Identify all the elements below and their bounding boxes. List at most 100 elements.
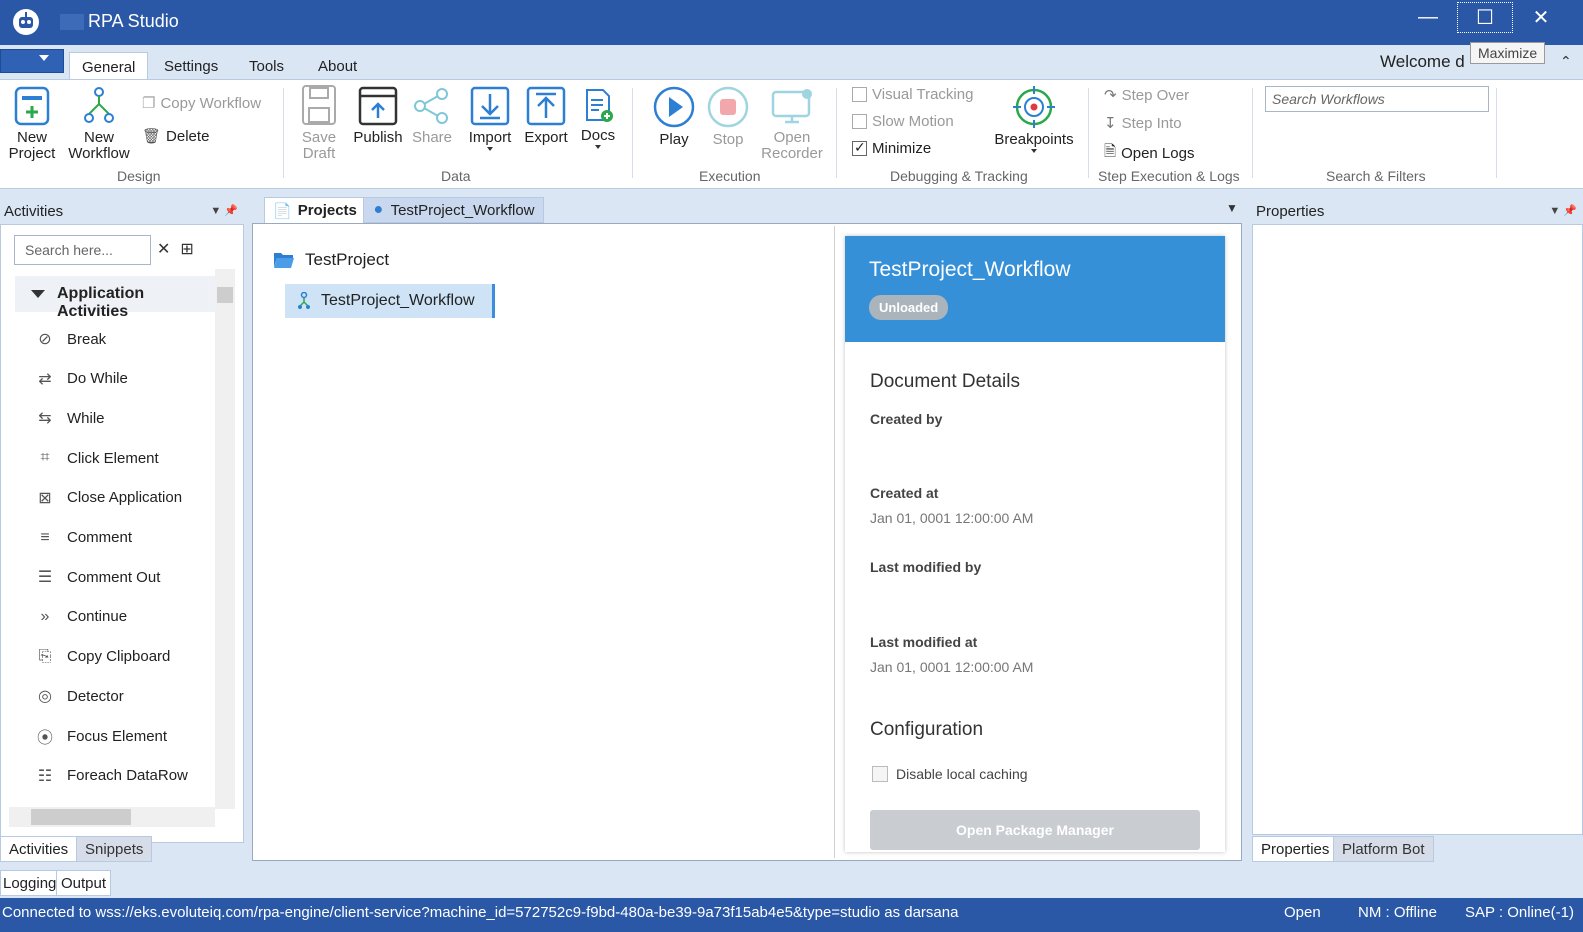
open-recorder-button[interactable]: Open Recorder <box>760 88 824 162</box>
close-document-icon: ⊠ <box>38 489 52 507</box>
import-button[interactable]: Import <box>464 86 516 151</box>
activity-item[interactable]: ⎘ Copy Clipboard <box>35 645 171 669</box>
ribbon-collapse-icon[interactable]: ⌃ <box>1560 53 1572 70</box>
activity-item-label: Break <box>67 330 107 348</box>
activity-item[interactable]: ⇆ While <box>35 406 105 430</box>
tab-platform-bot[interactable]: Platform Bot <box>1333 836 1434 862</box>
new-project-button[interactable]: New Project <box>8 86 56 162</box>
activity-item[interactable]: ⦿ Focus Element <box>35 724 167 748</box>
folder-open-icon <box>274 253 294 268</box>
scrollbar-thumb[interactable] <box>31 809 131 825</box>
checkbox-checked-icon <box>852 139 867 156</box>
modified-at-value: Jan 01, 0001 12:00:00 AM <box>870 659 1034 675</box>
activity-item[interactable]: » Continue <box>35 605 128 629</box>
activity-item[interactable]: ◎ Detector <box>35 684 124 708</box>
activity-item[interactable]: ⇄ Do While <box>35 367 128 391</box>
tab-properties[interactable]: Properties <box>1252 836 1339 862</box>
new-workflow-label-1: New <box>83 129 114 146</box>
activity-item[interactable]: ☷ Foreach DataRow <box>35 764 188 788</box>
docs-label: Docs <box>580 127 616 144</box>
disable-caching-checkbox[interactable]: Disable local caching <box>872 766 1028 782</box>
share-button[interactable]: Share <box>410 86 454 146</box>
tree-item-workflow[interactable]: TestProject_Workflow <box>285 284 495 318</box>
copy-workflow-button[interactable]: ❐ Copy Workflow <box>142 94 261 113</box>
tab-testproject-workflow[interactable]: ⚫ TestProject_Workflow <box>363 197 544 223</box>
tab-logging[interactable]: Logging <box>0 870 60 896</box>
new-project-label-1: New <box>16 129 47 146</box>
maximize-button[interactable]: ☐ <box>1457 2 1513 33</box>
new-workflow-button[interactable]: New Workflow <box>66 86 132 162</box>
configuration-heading: Configuration <box>870 719 984 740</box>
delete-button[interactable]: 🗑 Delete <box>142 127 209 146</box>
recorder-icon <box>771 89 812 124</box>
save-draft-button[interactable]: Save Draft <box>298 84 340 162</box>
ribbon-separator <box>836 88 837 178</box>
activity-item-label: Continue <box>67 608 128 626</box>
nm-status: NM : Offline <box>1358 904 1437 921</box>
tab-activities[interactable]: Activities <box>0 836 78 862</box>
play-icon <box>653 86 695 128</box>
activity-item[interactable]: ⊘ Break <box>35 327 106 351</box>
export-button[interactable]: Export <box>520 86 572 146</box>
workflow-icon <box>298 292 310 309</box>
projects-view: TestProject TestProject_Workflow TestPro… <box>252 223 1242 861</box>
tab-list-icon[interactable]: ▼ <box>1226 201 1238 215</box>
activity-item[interactable]: ⌗ Click Element <box>35 446 158 470</box>
tab-output[interactable]: Output <box>56 870 112 896</box>
slow-motion-checkbox[interactable]: Slow Motion <box>852 113 954 130</box>
close-button[interactable]: ✕ <box>1513 0 1569 35</box>
activities-vertical-scrollbar[interactable] <box>215 269 235 809</box>
minimize-button[interactable]: — <box>1400 0 1456 35</box>
scrollbar-thumb[interactable] <box>217 287 233 303</box>
status-badge: Unloaded <box>869 295 949 320</box>
file-menu-button[interactable] <box>0 49 64 73</box>
tab-about[interactable]: About <box>306 52 369 80</box>
activity-item-label: While <box>67 409 105 427</box>
tab-tools[interactable]: Tools <box>237 52 296 80</box>
activities-horizontal-scrollbar[interactable] <box>9 807 215 827</box>
visual-tracking-checkbox[interactable]: Visual Tracking <box>852 86 973 103</box>
open-package-manager-button[interactable]: Open Package Manager <box>870 810 1200 850</box>
open-logs-button[interactable]: 🗎 Open Logs <box>1104 141 1194 166</box>
open-recorder-label-2: Recorder <box>761 145 823 162</box>
expand-icon[interactable]: ⊞ <box>180 241 203 258</box>
log-file-icon: 🗎 <box>1104 143 1117 160</box>
copy-icon: ❐ <box>142 95 156 112</box>
activities-search-input[interactable]: Search here... <box>14 235 151 265</box>
welcome-text: Welcome d <box>1380 52 1465 71</box>
tab-workflow-label: TestProject_Workflow <box>390 201 535 219</box>
panel-options-icon[interactable]: ▼ 📌 <box>1549 204 1577 217</box>
docs-button[interactable]: Docs <box>578 88 618 149</box>
details-header: TestProject_Workflow Unloaded <box>845 236 1225 342</box>
comment-icon: ≡ <box>40 528 50 546</box>
tab-general[interactable]: General <box>69 52 149 81</box>
breakpoints-label: Breakpoints <box>994 131 1074 148</box>
workflow-icon <box>84 87 114 123</box>
tab-projects[interactable]: 📄 Projects <box>264 197 366 223</box>
title-swatch <box>60 14 84 30</box>
activity-item[interactable]: ≡ Comment <box>35 526 132 550</box>
minimize-label: Minimize <box>872 140 932 157</box>
tab-snippets[interactable]: Snippets <box>76 836 153 862</box>
search-workflows-input[interactable]: Search Workflows <box>1265 86 1489 112</box>
step-into-button[interactable]: ↧ Step Into <box>1104 114 1182 133</box>
activities-panel-header: Activities ▼ 📌 <box>0 200 244 224</box>
share-label: Share <box>411 129 453 146</box>
activity-item[interactable]: ⊠ Close Application <box>35 486 182 510</box>
new-project-icon <box>14 86 50 126</box>
tree-root-project[interactable]: TestProject <box>273 250 389 270</box>
play-button[interactable]: Play <box>650 86 698 148</box>
activity-item-label: Comment <box>67 529 133 546</box>
stop-button[interactable]: Stop <box>704 86 752 148</box>
panel-options-icon[interactable]: ▼ 📌 <box>210 204 238 217</box>
clear-icon[interactable]: ✕ <box>157 241 180 258</box>
tab-settings[interactable]: Settings <box>152 52 230 80</box>
minimize-checkbox[interactable]: Minimize <box>852 139 932 157</box>
stop-icon <box>707 86 749 128</box>
activity-group-header[interactable]: Application Activities <box>15 276 215 320</box>
activity-item[interactable]: ☰ Comment Out <box>35 565 161 589</box>
breakpoints-button[interactable]: Breakpoints <box>990 86 1078 153</box>
publish-button[interactable]: Publish <box>351 86 405 146</box>
step-over-button[interactable]: ↷ Step Over <box>1104 86 1189 105</box>
share-icon <box>414 88 448 124</box>
